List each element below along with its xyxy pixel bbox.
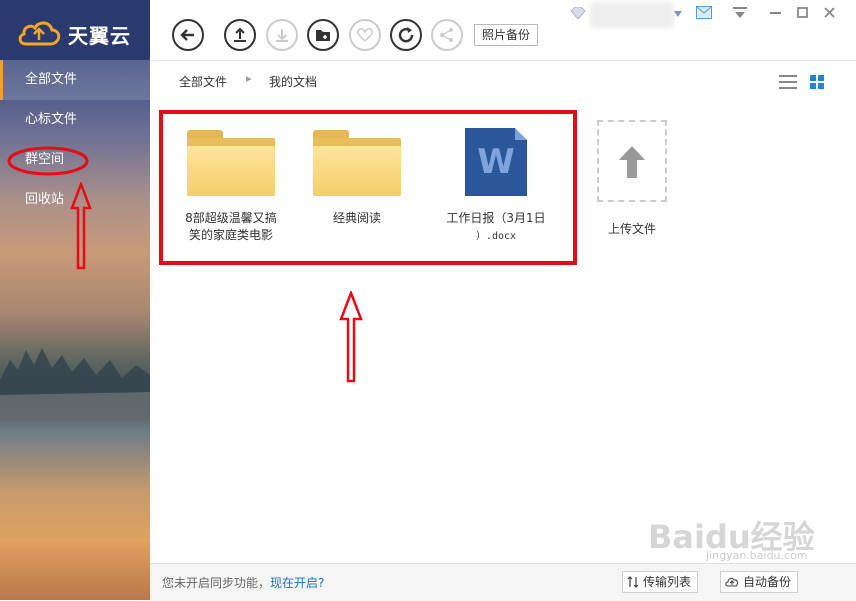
grid-view-icon[interactable] — [810, 75, 824, 89]
new-folder-icon — [316, 30, 330, 41]
share-icon — [440, 28, 453, 42]
upload-icon — [234, 27, 246, 42]
list-view-icon[interactable] — [779, 75, 797, 89]
transfer-list-button[interactable]: 传输列表 — [622, 571, 699, 593]
sidebar-item-all-files[interactable]: 全部文件 — [0, 60, 150, 100]
sidebar: 天翼云 全部文件 心标文件 群空间 回收站 — [0, 0, 150, 600]
download-button[interactable] — [266, 19, 298, 51]
logo-area: 天翼云 — [0, 0, 150, 60]
chevron-right-icon: ▸ — [246, 72, 252, 85]
photo-backup-button[interactable]: 照片备份 — [474, 24, 539, 46]
watermark-url: jingyan.baidu.com — [706, 549, 808, 562]
menu-icon[interactable] — [733, 7, 747, 19]
account-dropdown-icon[interactable] — [674, 11, 682, 17]
landscape-decoration — [0, 348, 150, 420]
annotation-highlight-box — [159, 110, 577, 265]
mail-icon[interactable] — [696, 6, 712, 19]
annotation-arrow-content — [339, 291, 363, 383]
annotation-arrow-sidebar — [70, 182, 92, 270]
breadcrumb: 全部文件 ▸ 我的文档 — [150, 61, 856, 102]
close-icon[interactable] — [824, 7, 835, 18]
refresh-icon — [398, 27, 414, 43]
transfer-icon — [627, 576, 639, 588]
new-folder-button[interactable] — [307, 19, 339, 51]
back-button[interactable] — [172, 19, 204, 51]
file-area: 8部超级温馨又搞 笑的家庭类电影 经典阅读 W 工作日报（3月1日 ）.docx 上… — [150, 101, 856, 563]
sync-message: 您未开启同步功能，现在开启? — [162, 576, 325, 590]
app-logo-text: 天翼云 — [68, 24, 131, 48]
share-button[interactable] — [431, 19, 463, 51]
toolbar: 照片备份 — [150, 0, 856, 61]
status-bar: 您未开启同步功能，现在开启? 传输列表 自动备份 — [150, 563, 856, 601]
upload-file-button[interactable] — [597, 120, 667, 202]
maximize-icon[interactable] — [797, 7, 808, 18]
enable-sync-link[interactable]: 现在开启? — [270, 576, 324, 590]
minimize-icon[interactable] — [770, 12, 781, 14]
refresh-button[interactable] — [390, 19, 422, 51]
breadcrumb-current: 我的文档 — [269, 75, 318, 89]
heart-icon — [357, 28, 373, 43]
sidebar-item-starred-files[interactable]: 心标文件 — [0, 100, 150, 140]
cloud-backup-icon — [725, 577, 739, 587]
cloud-logo-icon — [18, 21, 61, 46]
annotation-ellipse — [7, 146, 89, 176]
upload-arrow-icon — [619, 146, 645, 178]
diamond-icon[interactable] — [570, 7, 586, 19]
upload-file-label[interactable]: 上传文件 — [587, 220, 677, 237]
download-icon — [276, 29, 288, 42]
user-account-area[interactable] — [590, 2, 674, 28]
auto-backup-button[interactable]: 自动备份 — [720, 571, 799, 593]
favorite-button[interactable] — [349, 19, 381, 51]
breadcrumb-root[interactable]: 全部文件 — [179, 73, 227, 90]
back-icon — [180, 29, 194, 41]
upload-button[interactable] — [224, 19, 256, 51]
